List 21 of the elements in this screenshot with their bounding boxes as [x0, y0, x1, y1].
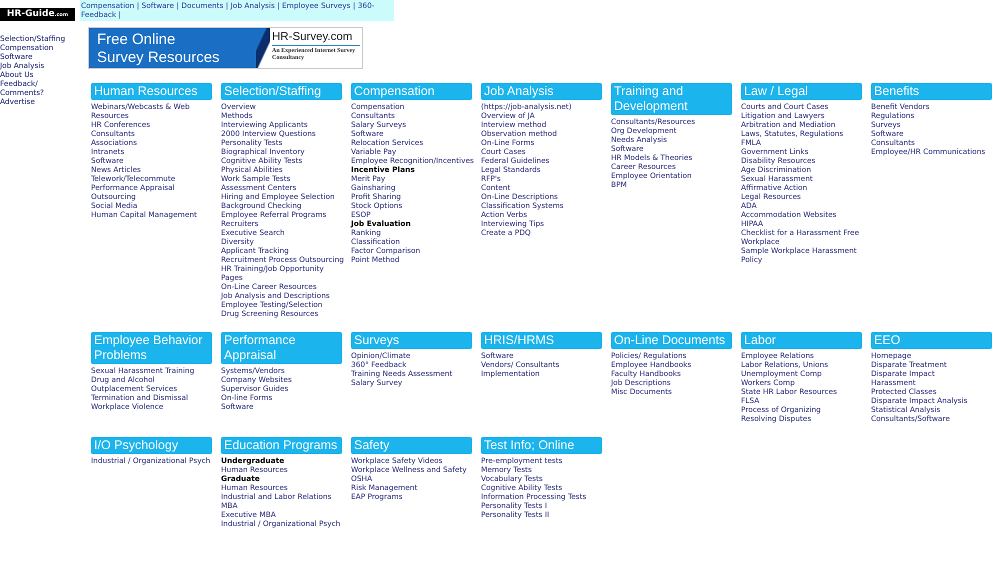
section-header: EEO	[871, 332, 992, 349]
section-header: Education Programs	[221, 437, 342, 454]
section-header: Surveys	[351, 332, 472, 349]
banner-title: Survey Resources	[97, 49, 221, 67]
section-header: Labor	[741, 332, 862, 349]
section-header: Compensation	[351, 83, 472, 100]
section-header: Human Resources	[91, 83, 212, 100]
section-header: Training and Development	[611, 83, 732, 115]
section-header: Employee Behavior Problems	[91, 332, 212, 364]
section-header: Performance Appraisal	[221, 332, 342, 364]
section-header: Job Analysis	[481, 83, 602, 100]
section-header: Selection/Staffing	[221, 83, 342, 100]
section-header: I/O Psychology	[91, 437, 212, 454]
section-header: Test Info; Online	[481, 437, 602, 454]
section-header: HRIS/HRMS	[481, 332, 602, 349]
section-header: Benefits	[871, 83, 992, 100]
banner-title: Free Online	[97, 31, 176, 49]
section-header: Law / Legal	[741, 83, 862, 100]
section-header: Safety	[351, 437, 472, 454]
banner-brand: HR-Survey.com	[272, 31, 354, 44]
section-header: On-Line Documents	[611, 332, 732, 349]
